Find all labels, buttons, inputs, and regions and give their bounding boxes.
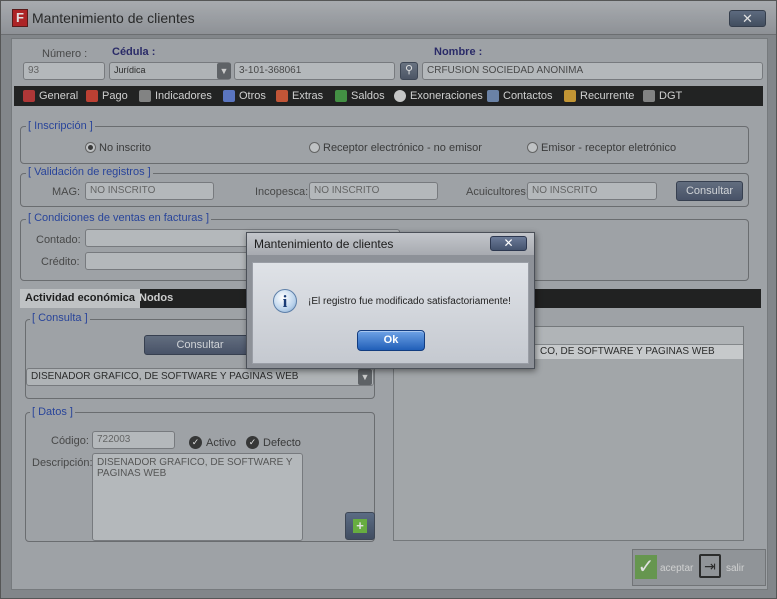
info-icon: i: [273, 289, 297, 313]
dialog-close-button[interactable]: ✕: [490, 236, 527, 251]
dialog-message: ¡El registro fue modificado satisfactori…: [308, 296, 511, 307]
message-dialog: Mantenimiento de clientes ✕ i ¡El regist…: [246, 232, 535, 369]
dialog-titlebar[interactable]: Mantenimiento de clientes ✕: [247, 233, 534, 255]
ok-button[interactable]: Ok: [357, 330, 425, 351]
dialog-body: i ¡El registro fue modificado satisfacto…: [252, 262, 529, 364]
dialog-title: Mantenimiento de clientes: [254, 237, 394, 251]
